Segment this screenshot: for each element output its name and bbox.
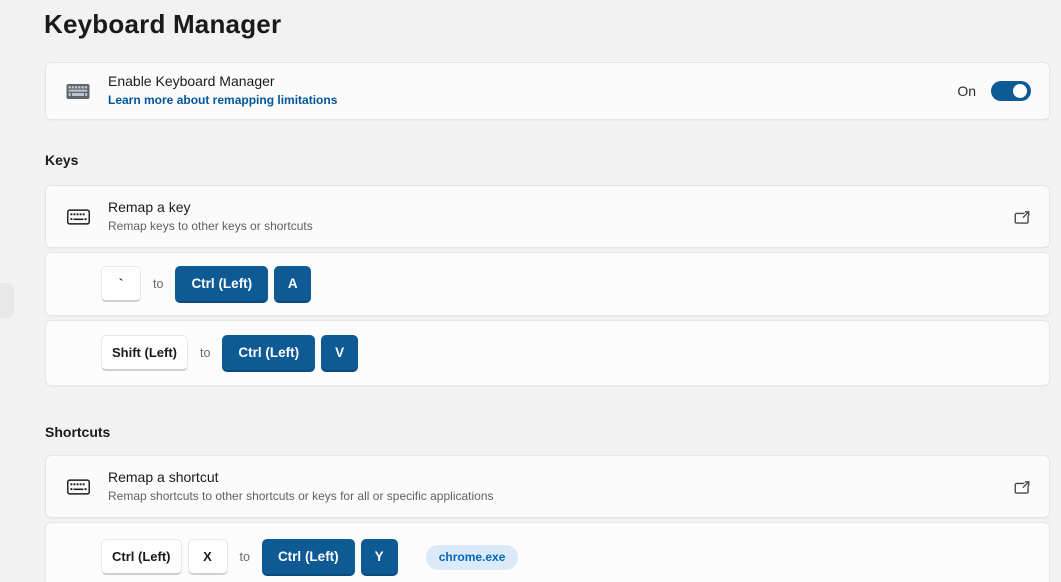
target-app-badge: chrome.exe (425, 544, 519, 570)
launch-remap-key-button[interactable] (1013, 208, 1031, 226)
key-mapping-row: Shift (Left) to Ctrl (Left) V (45, 320, 1050, 386)
target-key-chip: V (321, 334, 359, 372)
toggle-state-label: On (957, 83, 976, 99)
keyboard-outline-icon (66, 208, 90, 225)
keyboard-manager-page: Keyboard Manager Enable Keyboard Manager… (0, 0, 1061, 582)
remap-key-title: Remap a key (108, 199, 191, 215)
target-key-chip: Y (360, 538, 398, 576)
toggle-knob (1013, 84, 1027, 98)
open-new-window-icon (1014, 480, 1030, 494)
shortcuts-section-header: Shortcuts (45, 424, 111, 440)
open-new-window-icon (1014, 210, 1030, 224)
enable-toggle[interactable] (991, 81, 1031, 101)
target-key-chip: A (274, 265, 312, 303)
page-title: Keyboard Manager (44, 9, 282, 39)
source-key-chip: X (187, 539, 228, 575)
to-label: to (239, 550, 250, 564)
to-label: to (199, 346, 211, 360)
keys-section-header: Keys (45, 152, 79, 168)
remap-shortcut-subtitle: Remap shortcuts to other shortcuts or ke… (108, 489, 494, 503)
keyboard-outline-icon (66, 478, 90, 495)
remap-a-key-card[interactable]: Remap a key Remap keys to other keys or … (45, 185, 1050, 248)
left-edge-panel-fragment (0, 283, 14, 318)
keyboard-filled-icon (66, 83, 90, 100)
key-mapping-row: ` to Ctrl (Left) A (45, 252, 1050, 316)
source-key-chip: Ctrl (Left) (101, 539, 182, 575)
to-label: to (153, 277, 164, 291)
remap-shortcut-title: Remap a shortcut (108, 469, 219, 485)
source-key-chip: Shift (Left) (101, 335, 188, 371)
remapping-limitations-link[interactable]: Learn more about remapping limitations (108, 93, 337, 108)
target-key-chip: Ctrl (Left) (175, 265, 269, 303)
enable-keyboard-manager-card: Enable Keyboard Manager Learn more about… (45, 62, 1050, 120)
source-key-chip: ` (101, 266, 141, 302)
shortcut-mapping-row: Ctrl (Left) X to Ctrl (Left) Y chrome.ex… (45, 522, 1050, 582)
enable-card-title: Enable Keyboard Manager (108, 73, 275, 89)
remap-key-subtitle: Remap keys to other keys or shortcuts (108, 219, 313, 233)
target-key-chip: Ctrl (Left) (261, 538, 355, 576)
target-key-chip: Ctrl (Left) (222, 334, 316, 372)
launch-remap-shortcut-button[interactable] (1013, 478, 1031, 496)
remap-a-shortcut-card[interactable]: Remap a shortcut Remap shortcuts to othe… (45, 455, 1050, 518)
